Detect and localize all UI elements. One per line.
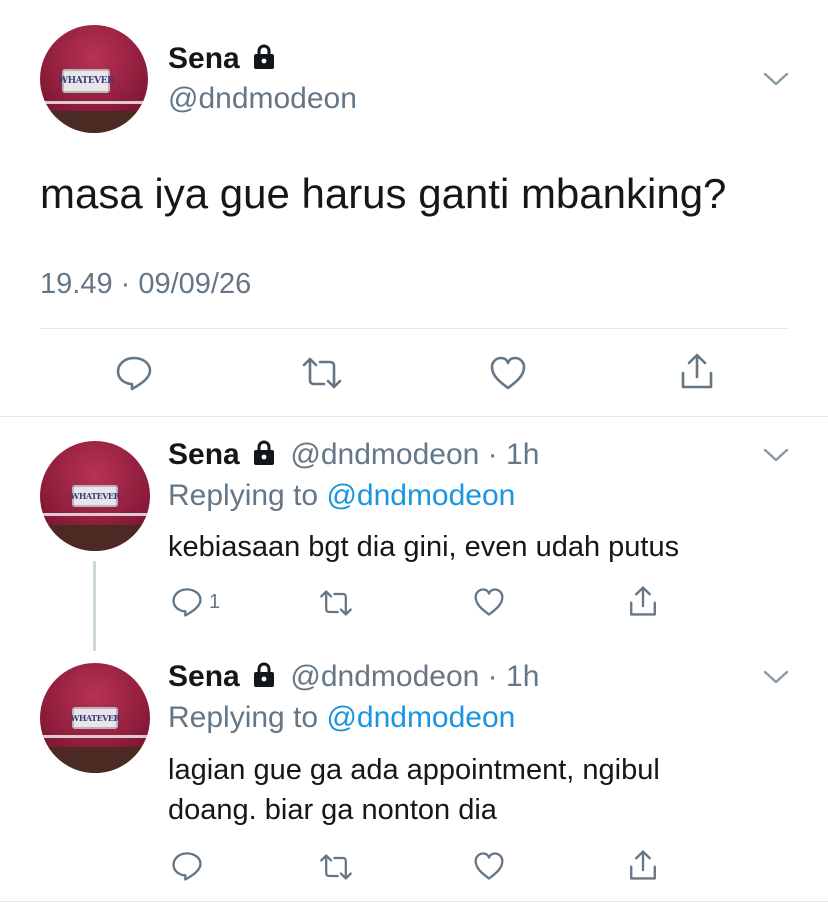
retweet-button[interactable] [318,589,354,617]
reply-button[interactable] [115,354,153,392]
replying-to-prefix: Replying to [168,479,319,512]
share-button[interactable] [627,584,659,618]
chevron-down-icon[interactable] [763,71,789,87]
lock-icon [254,44,275,70]
author-name[interactable]: Sena @dndmodeon · 1h [168,438,539,472]
retweet-button[interactable] [318,853,354,881]
replying-to-link[interactable]: @dndmodeon [326,701,515,734]
relative-time[interactable]: 1h [506,438,539,471]
share-icon [630,586,656,616]
replying-to: Replying to @dndmodeon [168,701,515,735]
share-button[interactable] [678,351,716,391]
reply-icon [116,356,152,391]
like-icon [490,356,526,390]
replying-to-prefix: Replying to [168,701,319,734]
avatar-plate: WHATEVER [58,69,115,93]
replying-to: Replying to @dndmodeon [168,479,515,513]
author-handle[interactable]: @dndmodeon [168,82,357,116]
lock-icon [254,662,275,688]
tweet-timestamp[interactable]: 19.49 · 09/09/26 [40,268,251,301]
tweet-text-line-2: doang. biar ga nonton dia [168,794,497,826]
relative-time[interactable]: 1h [506,660,539,693]
author-name-label: Sena [168,42,240,75]
section-divider [0,416,828,417]
tweet-text: masa iya gue harus ganti mbanking? [40,170,727,217]
like-button[interactable] [489,355,527,391]
avatar[interactable]: WHATEVER [40,663,150,773]
avatar[interactable]: WHATEVER [40,441,150,551]
reply-icon [172,852,202,881]
share-icon [630,850,656,880]
separator: · [487,660,498,693]
reply-button[interactable] [171,850,209,882]
retweet-icon [320,854,352,880]
divider [40,328,788,329]
tweet-text-line-1: lagian gue ga ada appointment, ngibul [168,754,660,786]
share-icon [681,353,713,389]
replying-to-link[interactable]: @dndmodeon [326,479,515,512]
author-name[interactable]: Sena @dndmodeon · 1h [168,660,539,694]
retweet-icon [320,590,352,616]
author-handle[interactable]: @dndmodeon [290,660,479,693]
tweet-text: kebiasaan bgt dia gini, even udah putus [168,531,680,563]
like-button[interactable] [473,587,505,617]
author-name[interactable]: Sena [168,42,276,76]
reply-button[interactable]: 1 [171,586,220,618]
reply-icon [172,588,202,617]
avatar[interactable]: WHATEVER [40,25,148,133]
like-icon [474,852,504,880]
chevron-down-icon[interactable] [763,447,789,463]
share-button[interactable] [627,848,659,882]
retweet-button[interactable] [300,356,344,390]
bottom-divider [0,901,828,902]
avatar-plate: WHATEVER [70,707,120,729]
retweet-icon [302,357,342,389]
separator: · [487,438,498,471]
like-button[interactable] [473,851,505,881]
avatar-plate: WHATEVER [70,485,120,507]
lock-icon [254,440,275,466]
chevron-down-icon[interactable] [763,669,789,685]
like-icon [474,588,504,616]
reply-count: 1 [209,590,221,613]
author-handle[interactable]: @dndmodeon [290,438,479,471]
author-name-label: Sena [168,660,240,693]
author-name-label: Sena [168,438,240,471]
thread-line [93,561,96,651]
